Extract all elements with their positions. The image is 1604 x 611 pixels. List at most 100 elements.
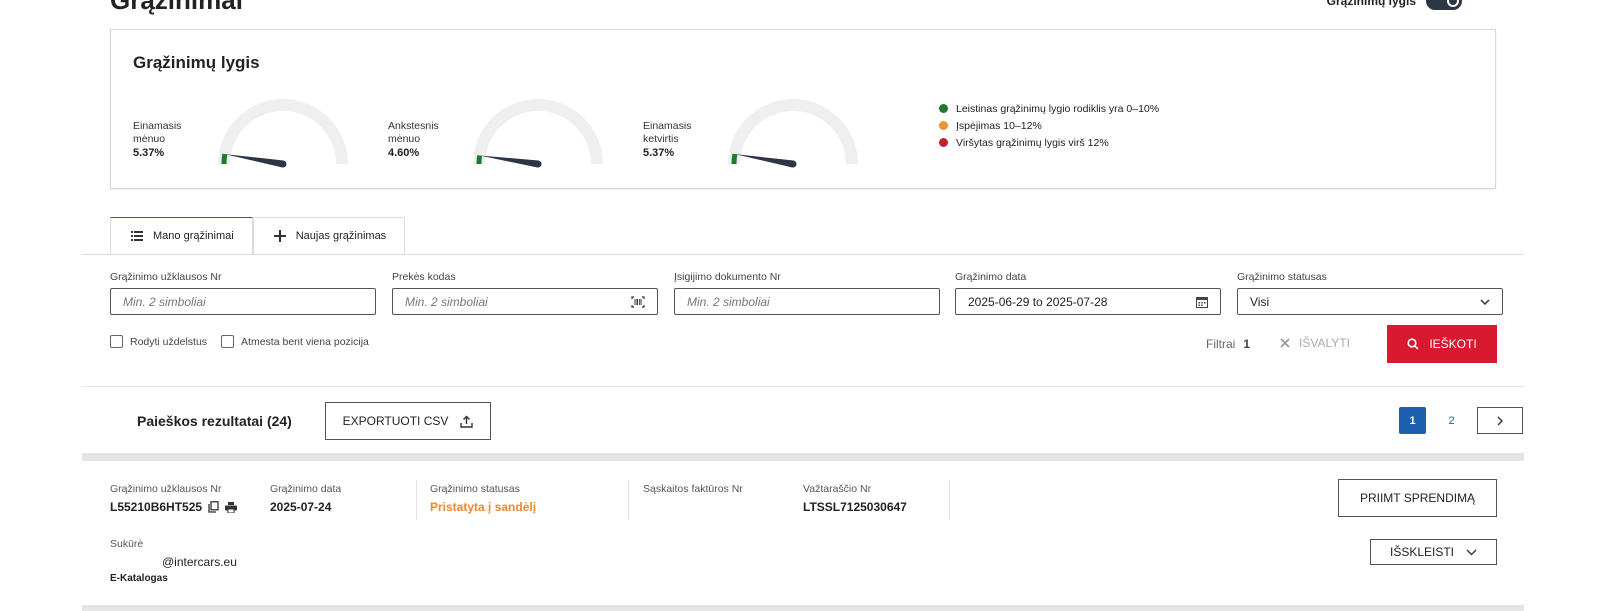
gauge-value: 5.37% [133, 147, 165, 159]
return-date-input[interactable]: 2025-06-29 to 2025-07-28 [955, 288, 1221, 315]
legend-text: Leistinas grąžinimų lygio rodiklis yra 0… [956, 102, 1160, 115]
gauge-chart [728, 99, 858, 168]
pagination: 1 2 [1399, 407, 1523, 434]
legend-text: Įspėjimas 10–12% [956, 119, 1042, 132]
gauge-label-line1: Einamasis [133, 120, 182, 132]
filter-purchase-doc: Įsigijimo dokumento Nr Min. 2 simboliai [674, 271, 940, 315]
legend-dot-green [939, 104, 948, 113]
gauge-label-line1: Einamasis [643, 120, 692, 132]
result-invoice: Sąskaitos faktūros Nr [643, 483, 743, 500]
checkbox-label: Atmesta bent viena pozicija [241, 335, 369, 348]
search-button[interactable]: IEŠKOTI [1387, 325, 1497, 363]
gauge-label-line2: mėnuo [388, 133, 421, 145]
tab-my-returns[interactable]: Mano grąžinimai [110, 217, 253, 255]
chevron-down-icon [1480, 298, 1490, 305]
close-icon [1280, 338, 1290, 348]
result-status: Grąžinimo statusas Pristatyta į sandėlį [430, 483, 536, 514]
gauge-fill [476, 155, 483, 165]
rate-toggle-label: Grąžinimų lygis [1326, 0, 1416, 8]
next-page-button[interactable] [1477, 407, 1523, 434]
filter-product-code: Prekės kodas Min. 2 simboliai [392, 271, 658, 315]
gauge-needle [224, 154, 284, 168]
upload-icon [460, 415, 474, 428]
product-code-input[interactable]: Min. 2 simboliai [392, 288, 658, 315]
field-label: Prekės kodas [392, 271, 456, 283]
field-label: Grąžinimo užklausos Nr [110, 271, 222, 283]
filters-label: Filtrai [1206, 337, 1236, 351]
filter-return-date: Grąžinimo data 2025-06-29 to 2025-07-28 [955, 271, 1221, 315]
gauge-needle [479, 155, 539, 168]
gauge-label: Einamasis ketvirtis 5.37% [643, 120, 721, 160]
placeholder: Min. 2 simboliai [123, 294, 206, 309]
rate-toggle[interactable] [1426, 0, 1462, 10]
created-by-source: E-Katalogas [110, 573, 168, 584]
tabs: Mano grąžinimai Naujas grąžinimas [110, 217, 406, 255]
toggle-knob [1447, 0, 1459, 7]
gauge-label: Ankstesnis mėnuo 4.60% [388, 120, 466, 160]
created-by-email: @intercars.eu [162, 555, 237, 569]
status-selected: Visi [1250, 294, 1270, 309]
request-no-input[interactable]: Min. 2 simboliai [110, 288, 376, 315]
res-label: Grąžinimo užklausos Nr [110, 483, 222, 495]
column-divider [416, 480, 417, 520]
rejected-one-option[interactable]: Atmesta bent viena pozicija [221, 335, 369, 348]
placeholder: Min. 2 simboliai [405, 294, 488, 309]
gauge-hub [279, 160, 287, 168]
chevron-down-icon [1466, 549, 1477, 555]
status-select[interactable]: Visi [1237, 288, 1503, 315]
page-button-1[interactable]: 1 [1399, 407, 1426, 434]
gauge-hub [534, 160, 542, 168]
purchase-doc-input[interactable]: Min. 2 simboliai [674, 288, 940, 315]
gauge-track [728, 99, 858, 165]
plus-icon [273, 230, 286, 242]
res-value: L55210B6HT525 [110, 500, 238, 514]
column-divider [949, 480, 950, 520]
res-label: Grąžinimo statusas [430, 483, 520, 495]
res-label: Grąžinimo data [270, 483, 342, 495]
export-csv-button[interactable]: EXPORTUOTI CSV [325, 402, 491, 440]
legend-dot-red [939, 138, 948, 147]
show-delayed-checkbox[interactable] [110, 335, 123, 348]
gauge-value: 5.37% [643, 147, 675, 159]
gauge-value: 4.60% [388, 147, 420, 159]
tabs-divider [82, 254, 1524, 255]
gauge-needle [734, 154, 794, 168]
gauge-chart [218, 99, 348, 168]
make-decision-button[interactable]: PRIIMT SPRENDIMĄ [1338, 479, 1497, 517]
clear-filters-button[interactable]: IŠVALYTI [1280, 336, 1350, 350]
legend-item-allowed: Leistinas grąžinimų lygio rodiklis yra 0… [939, 100, 1159, 117]
copy-icon[interactable] [208, 501, 219, 513]
checkbox-label: Rodyti uždelstus [130, 335, 208, 348]
gauge-track [218, 99, 348, 165]
calendar-icon[interactable] [1196, 296, 1208, 308]
active-filters-count: Filtrai 1 [1206, 337, 1250, 351]
gauge-hub [789, 160, 797, 168]
placeholder: Min. 2 simboliai [687, 294, 770, 309]
legend-text: Viršytas grąžinimų lygis virš 12% [956, 136, 1109, 149]
barcode-scan-icon[interactable] [631, 295, 645, 308]
page-button-2[interactable]: 2 [1438, 407, 1465, 434]
tab-label: Mano grąžinimai [153, 230, 234, 242]
tab-new-return[interactable]: Naujas grąžinimas [252, 217, 406, 255]
list-icon [131, 231, 143, 241]
status-value: Pristatyta į sandėlį [430, 500, 537, 514]
print-icon[interactable] [225, 501, 238, 513]
res-value: 2025-07-24 [270, 500, 332, 514]
results-title: Paieškos rezultatai (24) [137, 413, 292, 429]
rate-toggle-group: Grąžinimų lygis [1327, 0, 1462, 10]
filter-request-no: Grąžinimo užklausos Nr Min. 2 simboliai [110, 271, 376, 315]
rejected-one-checkbox[interactable] [221, 335, 235, 348]
gauge-label-line1: Ankstesnis [388, 120, 439, 132]
gauge-label-line2: ketvirtis [643, 133, 679, 145]
tab-label: Naujas grąžinimas [295, 230, 387, 242]
gauge-label: Einamasis mėnuo 5.37% [133, 120, 211, 160]
gauge-fill [221, 153, 228, 165]
gauge-previous-month: Ankstesnis mėnuo 4.60% [388, 99, 628, 180]
chevron-right-icon [1497, 416, 1503, 425]
show-delayed-option[interactable]: Rodyti uždelstus [110, 335, 207, 348]
expand-button[interactable]: IŠSKLEISTI [1370, 539, 1497, 565]
column-divider [628, 480, 629, 520]
date-range-value: 2025-06-29 to 2025-07-28 [968, 294, 1108, 309]
rate-legend: Leistinas grąžinimų lygio rodiklis yra 0… [939, 100, 1159, 151]
section-divider [82, 386, 1524, 387]
